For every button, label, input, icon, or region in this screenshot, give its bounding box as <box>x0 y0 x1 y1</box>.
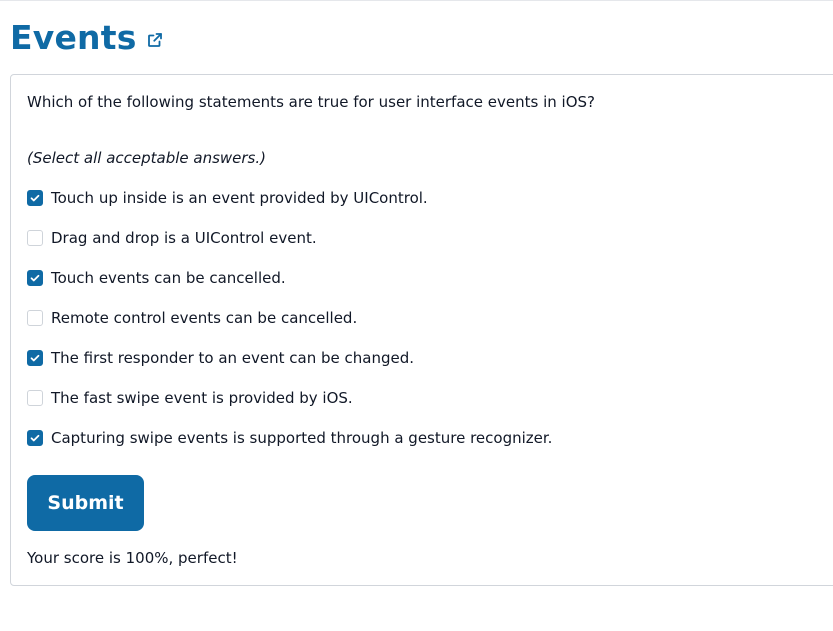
option-label: Touch up inside is an event provided by … <box>51 189 428 207</box>
option-item[interactable]: Drag and drop is a UIControl event. <box>27 228 552 248</box>
option-item[interactable]: Touch up inside is an event provided by … <box>27 188 552 208</box>
check-icon <box>30 354 40 362</box>
submit-button[interactable]: Submit <box>27 475 144 531</box>
score-text: Your score is 100%, perfect! <box>27 549 238 567</box>
checkbox-unchecked[interactable] <box>27 230 43 246</box>
option-item[interactable]: Capturing swipe events is supported thro… <box>27 428 552 448</box>
option-item[interactable]: The first responder to an event can be c… <box>27 348 552 368</box>
option-item[interactable]: Remote control events can be cancelled. <box>27 308 552 328</box>
option-label: The first responder to an event can be c… <box>51 349 415 367</box>
option-item[interactable]: Touch events can be cancelled. <box>27 268 552 288</box>
checkbox-checked[interactable] <box>27 430 43 446</box>
options-list: Touch up inside is an event provided by … <box>27 188 552 468</box>
checkbox-unchecked[interactable] <box>27 310 43 326</box>
checkbox-checked[interactable] <box>27 190 43 206</box>
checkbox-unchecked[interactable] <box>27 390 43 406</box>
question-text: Which of the following statements are tr… <box>27 93 595 111</box>
option-item[interactable]: The fast swipe event is provided by iOS. <box>27 388 552 408</box>
check-icon <box>30 194 40 202</box>
checkbox-checked[interactable] <box>27 270 43 286</box>
option-label: The fast swipe event is provided by iOS. <box>51 389 353 407</box>
option-label: Capturing swipe events is supported thro… <box>51 429 553 447</box>
option-label: Remote control events can be cancelled. <box>51 309 358 327</box>
check-icon <box>30 434 40 442</box>
option-label: Drag and drop is a UIControl event. <box>51 229 317 247</box>
checkbox-checked[interactable] <box>27 350 43 366</box>
check-icon <box>30 274 40 282</box>
option-label: Touch events can be cancelled. <box>51 269 286 287</box>
hint-text: (Select all acceptable answers.) <box>27 149 266 167</box>
